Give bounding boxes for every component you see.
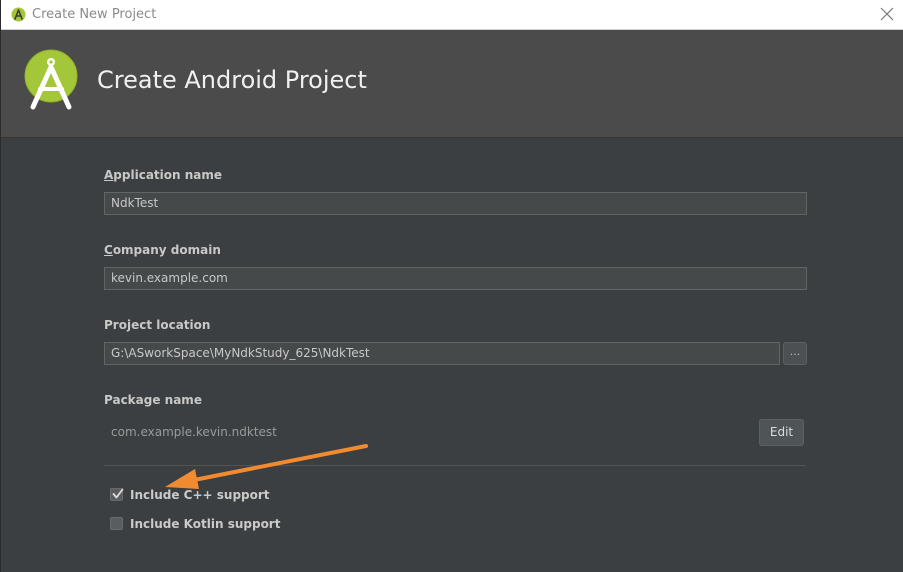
application-name-label-text: pplication name [113, 168, 223, 182]
project-location-input[interactable]: G:\ASworkSpace\MyNdkStudy_625\NdkTest [104, 342, 780, 365]
application-name-input[interactable]: NdkTest [104, 192, 807, 215]
close-icon[interactable] [880, 7, 894, 21]
header-banner: Create Android Project [1, 30, 903, 138]
application-name-label: Application name [104, 168, 222, 182]
android-studio-icon [11, 7, 26, 22]
android-studio-logo [24, 49, 78, 110]
include-kotlin-label: Include Kotlin support [130, 517, 281, 531]
window-title: Create New Project [32, 7, 157, 22]
company-domain-input[interactable]: kevin.example.com [104, 267, 807, 290]
project-location-label: Project location [104, 318, 211, 332]
company-domain-label-mnemonic: C [104, 243, 113, 257]
browse-location-button[interactable]: ... [783, 342, 807, 365]
window-titlebar: Create New Project [1, 0, 903, 30]
application-name-label-mnemonic: A [104, 168, 114, 182]
edit-package-button[interactable]: Edit [759, 419, 804, 446]
page-title: Create Android Project [97, 66, 367, 94]
include-cpp-checkbox[interactable] [110, 488, 124, 501]
section-divider [104, 465, 806, 466]
include-cpp-label: Include C++ support [130, 488, 270, 502]
company-domain-label-text: ompany domain [112, 243, 221, 257]
package-name-label: Package name [104, 393, 202, 407]
annotation-arrow-icon [165, 444, 368, 489]
include-kotlin-checkbox[interactable] [110, 517, 123, 530]
create-project-window: Create New Project Create Android Projec… [0, 0, 903, 572]
checkmark-icon [112, 488, 124, 499]
package-name-value: com.example.kevin.ndktest [111, 425, 277, 439]
company-domain-label: Company domain [104, 243, 221, 257]
